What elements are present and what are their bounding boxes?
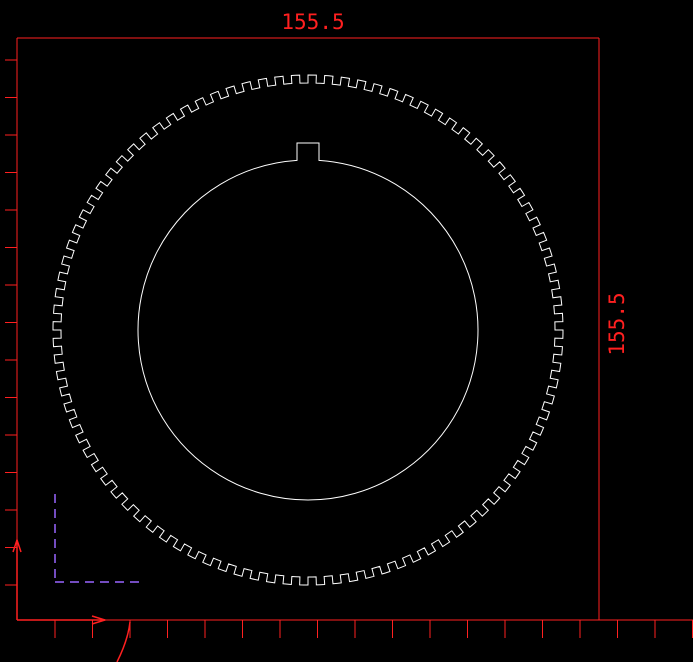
width-dimension-label: 155.5 — [281, 10, 344, 34]
bottom-ruler — [17, 619, 693, 638]
cad-viewport[interactable]: 155.5 155.5 — [0, 0, 693, 662]
bounding-box — [17, 37, 600, 620]
gear-outer-teeth — [52, 74, 564, 586]
height-dimension-label: 155.5 — [605, 292, 629, 355]
origin-marker-icon — [12, 537, 131, 662]
left-ruler — [5, 38, 18, 620]
gear-inner-bore — [137, 142, 479, 501]
